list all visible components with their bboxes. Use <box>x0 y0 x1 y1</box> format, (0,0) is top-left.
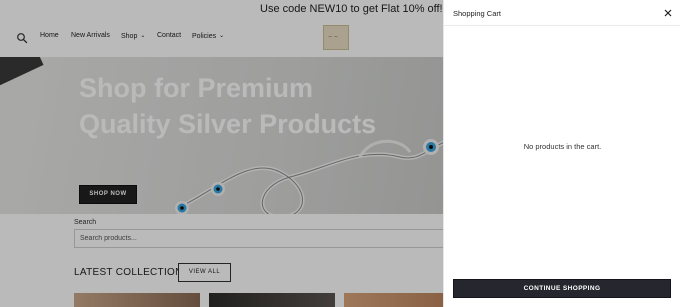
cart-drawer: Shopping Cart No products in the cart. C… <box>443 0 680 307</box>
continue-shopping-button[interactable]: CONTINUE SHOPPING <box>453 279 671 298</box>
cart-title: Shopping Cart <box>453 9 501 18</box>
cart-empty-message: No products in the cart. <box>523 142 602 151</box>
close-icon[interactable] <box>662 6 674 18</box>
cart-header: Shopping Cart <box>444 0 680 26</box>
